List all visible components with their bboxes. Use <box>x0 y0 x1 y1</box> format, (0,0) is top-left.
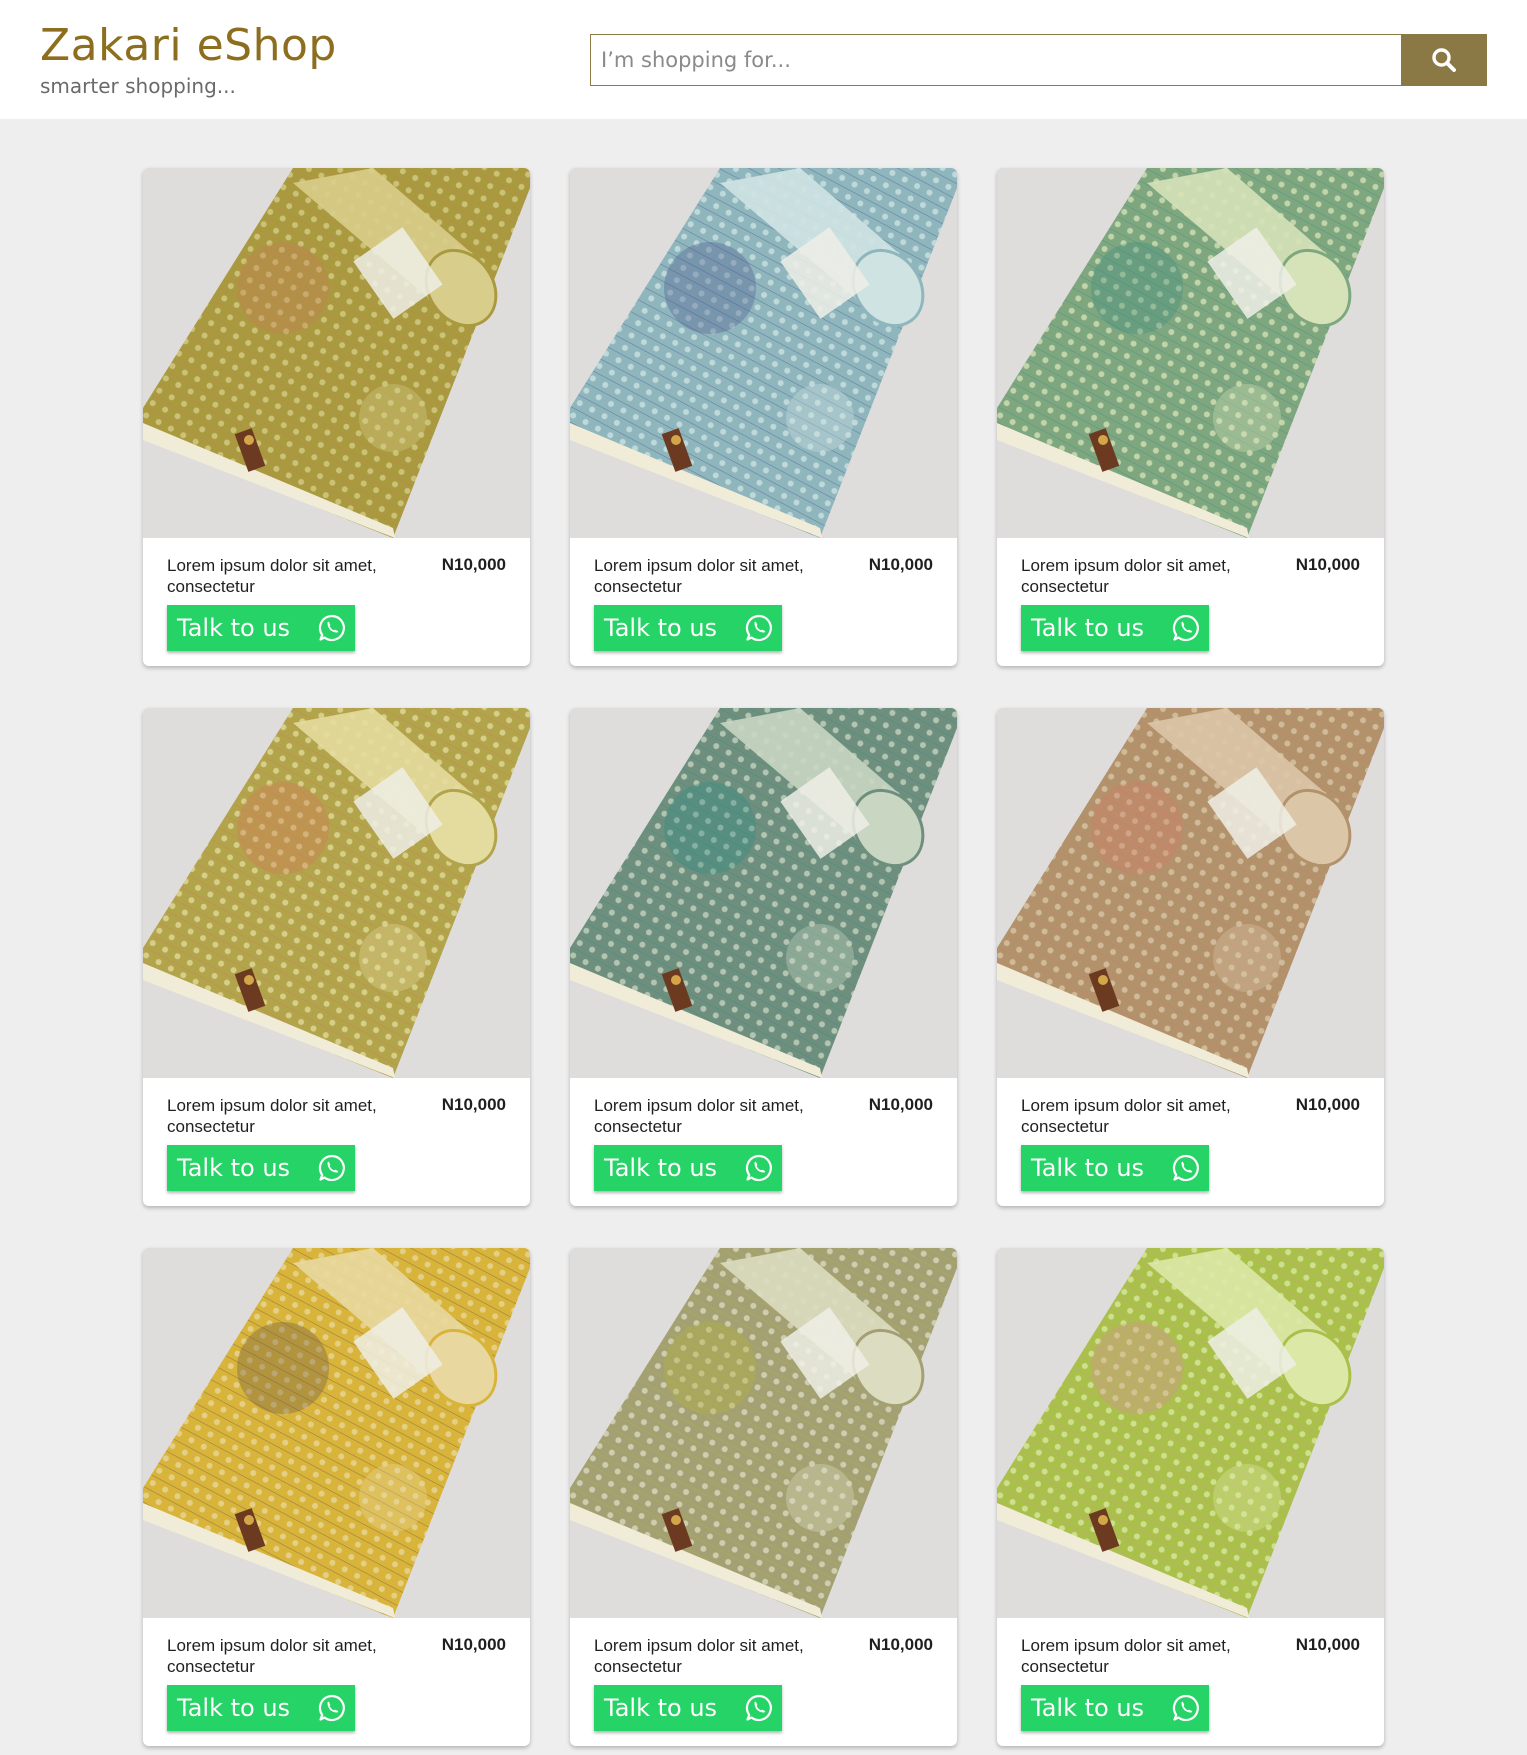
talk-to-us-button[interactable]: Talk to us <box>1021 1145 1209 1191</box>
product-image[interactable] <box>997 168 1384 538</box>
product-price: N10,000 <box>1295 1635 1360 1654</box>
whatsapp-icon <box>318 614 345 642</box>
product-price: N10,000 <box>868 1635 933 1654</box>
whatsapp-icon <box>745 1694 772 1722</box>
talk-to-us-label: Talk to us <box>604 1154 718 1182</box>
product-price: N10,000 <box>1295 1095 1360 1114</box>
product-card[interactable]: Lorem ipsum dolor sit amet, consectetur N… <box>143 1248 530 1746</box>
product-description: Lorem ipsum dolor sit amet, consectetur <box>167 556 377 596</box>
talk-to-us-label: Talk to us <box>604 1694 718 1722</box>
product-description: Lorem ipsum dolor sit amet, consectetur <box>1021 1636 1231 1676</box>
product-card[interactable]: Lorem ipsum dolor sit amet, consectetur N… <box>570 708 957 1206</box>
product-description: Lorem ipsum dolor sit amet, consectetur <box>167 1636 377 1676</box>
talk-to-us-label: Talk to us <box>177 614 291 642</box>
talk-to-us-label: Talk to us <box>177 1154 291 1182</box>
product-description: Lorem ipsum dolor sit amet, consectetur <box>594 556 804 596</box>
search-input[interactable] <box>591 35 1401 85</box>
product-price: N10,000 <box>441 1635 506 1654</box>
talk-to-us-label: Talk to us <box>1031 614 1145 642</box>
product-card[interactable]: Lorem ipsum dolor sit amet, consectetur N… <box>143 708 530 1206</box>
search-icon <box>1432 48 1456 72</box>
product-card[interactable]: Lorem ipsum dolor sit amet, consectetur N… <box>997 168 1384 666</box>
talk-to-us-button[interactable]: Talk to us <box>167 605 355 651</box>
product-price: N10,000 <box>868 555 933 574</box>
product-description: Lorem ipsum dolor sit amet, consectetur <box>1021 556 1231 596</box>
product-card[interactable]: Lorem ipsum dolor sit amet, consectetur N… <box>570 1248 957 1746</box>
whatsapp-icon <box>318 1154 345 1182</box>
product-price: N10,000 <box>868 1095 933 1114</box>
talk-to-us-button[interactable]: Talk to us <box>167 1685 355 1731</box>
product-image[interactable] <box>143 1248 530 1618</box>
product-description: Lorem ipsum dolor sit amet, consectetur <box>594 1636 804 1676</box>
talk-to-us-button[interactable]: Talk to us <box>594 1145 782 1191</box>
product-image[interactable] <box>143 708 530 1078</box>
product-grid: Lorem ipsum dolor sit amet, consectetur N… <box>143 168 1385 1755</box>
product-card[interactable]: Lorem ipsum dolor sit amet, consectetur N… <box>143 168 530 666</box>
product-price: N10,000 <box>1295 555 1360 574</box>
talk-to-us-button[interactable]: Talk to us <box>1021 605 1209 651</box>
product-image[interactable] <box>997 708 1384 1078</box>
product-description: Lorem ipsum dolor sit amet, consectetur <box>1021 1096 1231 1136</box>
product-card[interactable]: Lorem ipsum dolor sit amet, consectetur N… <box>997 708 1384 1206</box>
whatsapp-icon <box>745 614 772 642</box>
site-header: Zakari eShop smarter shopping... <box>0 0 1527 119</box>
search-box <box>590 34 1402 86</box>
whatsapp-icon <box>1172 1154 1199 1182</box>
brand-tagline: smarter shopping... <box>40 74 236 98</box>
talk-to-us-label: Talk to us <box>177 1694 291 1722</box>
talk-to-us-button[interactable]: Talk to us <box>1021 1685 1209 1731</box>
talk-to-us-label: Talk to us <box>1031 1694 1145 1722</box>
product-image[interactable] <box>997 1248 1384 1618</box>
whatsapp-icon <box>318 1694 345 1722</box>
product-description: Lorem ipsum dolor sit amet, consectetur <box>594 1096 804 1136</box>
talk-to-us-button[interactable]: Talk to us <box>167 1145 355 1191</box>
product-image[interactable] <box>570 168 957 538</box>
talk-to-us-label: Talk to us <box>1031 1154 1145 1182</box>
whatsapp-icon <box>1172 614 1199 642</box>
product-image[interactable] <box>570 708 957 1078</box>
product-price: N10,000 <box>441 1095 506 1114</box>
product-description: Lorem ipsum dolor sit amet, consectetur <box>167 1096 377 1136</box>
product-card[interactable]: Lorem ipsum dolor sit amet, consectetur N… <box>570 168 957 666</box>
product-card[interactable]: Lorem ipsum dolor sit amet, consectetur N… <box>997 1248 1384 1746</box>
talk-to-us-label: Talk to us <box>604 614 718 642</box>
whatsapp-icon <box>745 1154 772 1182</box>
talk-to-us-button[interactable]: Talk to us <box>594 605 782 651</box>
product-price: N10,000 <box>441 555 506 574</box>
brand-title[interactable]: Zakari eShop <box>40 20 337 71</box>
product-image[interactable] <box>570 1248 957 1618</box>
talk-to-us-button[interactable]: Talk to us <box>594 1685 782 1731</box>
search-button[interactable] <box>1401 34 1487 86</box>
product-image[interactable] <box>143 168 530 538</box>
whatsapp-icon <box>1172 1694 1199 1722</box>
